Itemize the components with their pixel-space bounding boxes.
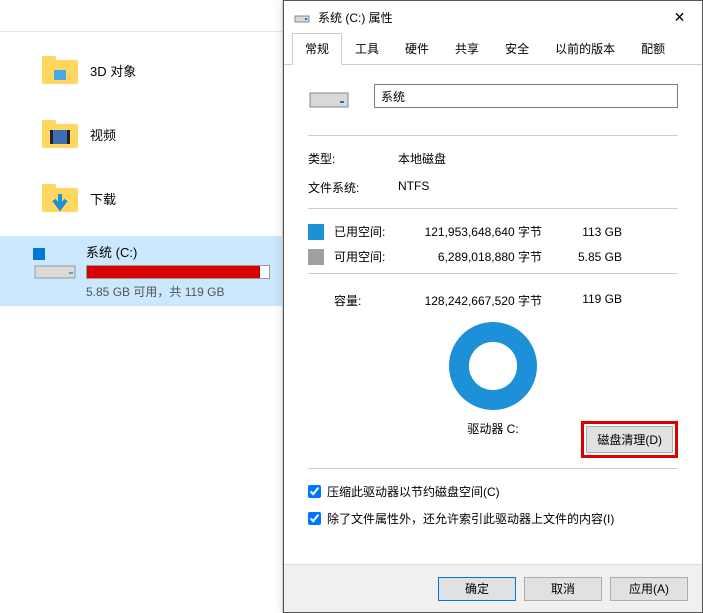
downloads-folder-icon (40, 180, 80, 216)
properties-dialog: 系统 (C:) 属性 ✕ 常规 工具 硬件 共享 安全 以前的版本 配额 类型:… (283, 0, 703, 613)
tab-tools[interactable]: 工具 (342, 33, 392, 64)
divider (308, 208, 678, 209)
folder-icon (40, 52, 80, 88)
tab-content: 类型: 本地磁盘 文件系统: NTFS 已用空间: 121,953,648,64… (284, 65, 702, 527)
drive-small-icon (294, 9, 310, 25)
folder-label: 视频 (90, 125, 116, 144)
free-swatch-icon (308, 249, 324, 265)
used-swatch-icon (308, 224, 324, 240)
drive-large-icon (308, 81, 350, 111)
folder-3d-objects[interactable]: 3D 对象 (0, 44, 282, 108)
drive-name-input[interactable] (374, 84, 678, 108)
compress-checkbox[interactable] (308, 485, 321, 498)
disk-cleanup-button[interactable]: 磁盘清理(D) (586, 426, 673, 453)
tab-security[interactable]: 安全 (492, 33, 542, 64)
compress-label: 压缩此驱动器以节约磁盘空间(C) (327, 483, 500, 500)
drive-label: 系统 (C:) (86, 242, 270, 261)
cleanup-highlight: 磁盘清理(D) (581, 421, 678, 458)
type-row: 类型: 本地磁盘 (308, 150, 678, 167)
free-label: 可用空间: (334, 248, 412, 265)
tab-bar: 常规 工具 硬件 共享 安全 以前的版本 配额 (284, 33, 702, 65)
usage-pie-chart (448, 321, 538, 414)
free-bytes: 6,289,018,880 字节 (412, 248, 562, 265)
folder-label: 3D 对象 (90, 61, 136, 80)
used-label: 已用空间: (334, 223, 412, 240)
used-size: 113 GB (562, 225, 622, 239)
capacity-row: 容量: 128,242,667,520 字节 119 GB (334, 292, 678, 309)
folder-downloads[interactable]: 下载 (0, 172, 282, 236)
close-button[interactable]: ✕ (657, 1, 702, 33)
folder-videos[interactable]: 视频 (0, 108, 282, 172)
compress-row: 压缩此驱动器以节约磁盘空间(C) (308, 483, 678, 500)
capacity-size: 119 GB (562, 292, 622, 309)
fs-label: 文件系统: (308, 179, 398, 196)
capacity-bytes: 128,242,667,520 字节 (412, 292, 562, 309)
ok-button[interactable]: 确定 (438, 577, 516, 601)
drive-subtext: 5.85 GB 可用，共 119 GB (86, 283, 270, 300)
explorer-panel: 3D 对象 视频 下载 系统 (C:) 5.85 GB 可用，共 119 GB (0, 0, 283, 613)
dialog-title: 系统 (C:) 属性 (318, 9, 657, 26)
pie-chart-wrap: 驱动器 C: (308, 321, 678, 437)
folder-label: 下载 (90, 189, 116, 208)
tab-previous[interactable]: 以前的版本 (542, 33, 628, 64)
titlebar[interactable]: 系统 (C:) 属性 ✕ (284, 1, 702, 33)
divider (308, 468, 678, 469)
free-space-row: 可用空间: 6,289,018,880 字节 5.85 GB (308, 248, 678, 265)
index-label: 除了文件属性外，还允许索引此驱动器上文件的内容(I) (327, 510, 614, 527)
drive-usage-bar (86, 265, 270, 279)
folder-list: 3D 对象 视频 下载 系统 (C:) 5.85 GB 可用，共 119 GB (0, 32, 282, 306)
type-label: 类型: (308, 150, 398, 167)
capacity-label: 容量: (334, 292, 412, 309)
cancel-button[interactable]: 取消 (524, 577, 602, 601)
tab-hardware[interactable]: 硬件 (392, 33, 442, 64)
drive-usage-fill (87, 266, 260, 278)
free-size: 5.85 GB (562, 250, 622, 264)
tab-sharing[interactable]: 共享 (442, 33, 492, 64)
used-bytes: 121,953,648,640 字节 (412, 223, 562, 240)
filesystem-row: 文件系统: NTFS (308, 179, 678, 196)
tab-quota[interactable]: 配额 (628, 33, 678, 64)
divider (308, 135, 678, 136)
drive-icon (30, 242, 80, 282)
videos-folder-icon (40, 116, 80, 152)
type-value: 本地磁盘 (398, 150, 678, 167)
index-row: 除了文件属性外，还允许索引此驱动器上文件的内容(I) (308, 510, 678, 527)
apply-button[interactable]: 应用(A) (610, 577, 688, 601)
tab-general[interactable]: 常规 (292, 33, 342, 65)
drive-info: 系统 (C:) 5.85 GB 可用，共 119 GB (86, 242, 282, 300)
button-bar: 确定 取消 应用(A) (284, 564, 702, 612)
used-space-row: 已用空间: 121,953,648,640 字节 113 GB (308, 223, 678, 240)
fs-value: NTFS (398, 179, 678, 196)
index-checkbox[interactable] (308, 512, 321, 525)
drive-c-item[interactable]: 系统 (C:) 5.85 GB 可用，共 119 GB (0, 236, 282, 306)
divider (308, 273, 678, 274)
explorer-toolbar (0, 0, 282, 32)
drive-header (308, 81, 678, 111)
